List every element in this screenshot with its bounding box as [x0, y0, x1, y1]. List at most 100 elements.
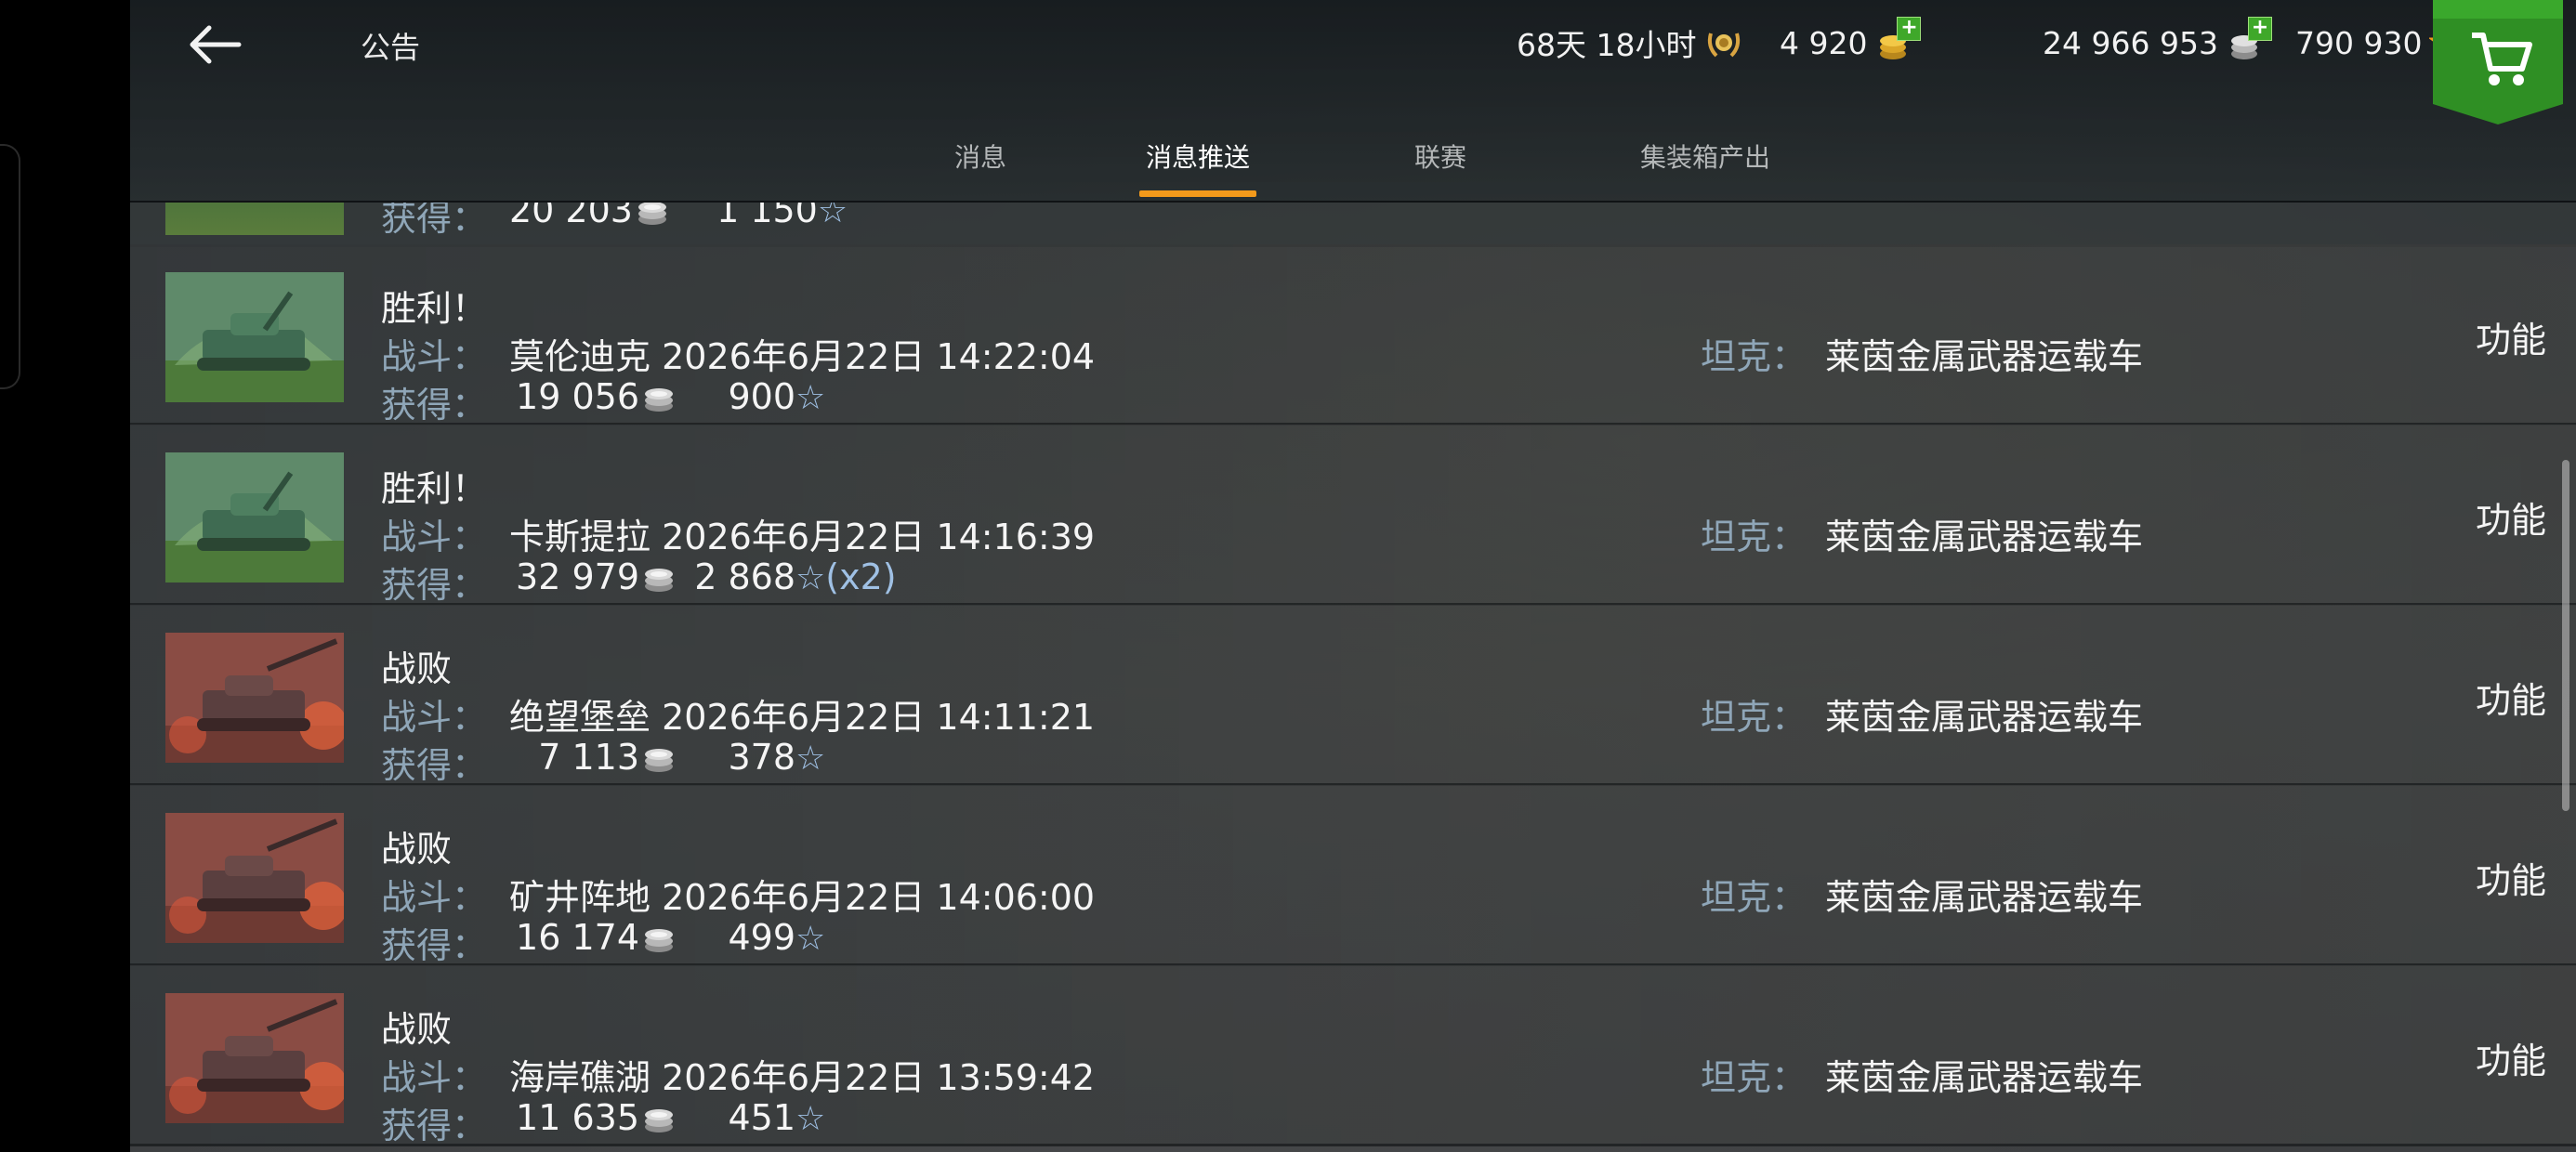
battle-info: 矿井阵地 2026年6月22日 14:06:00: [509, 869, 1095, 920]
top-bar: 公告 68天 18小时 4 920 + 24 966 953 + 790 930…: [130, 0, 2576, 203]
device-edge: [0, 144, 20, 389]
list-item[interactable]: 胜利！ 战斗： 莫伦迪克 2026年6月22日 14:22:04 获得： 19 056 9…: [130, 244, 2576, 425]
tank-label: 坦克：: [1701, 336, 1807, 377]
map-name: 莫伦迪克: [509, 336, 651, 377]
tank-label: 坦克：: [1701, 697, 1807, 738]
silver-coin-icon: [643, 560, 675, 601]
battle-label: 战斗：: [381, 336, 488, 377]
tank-name: 莱茵金属武器运载车: [1825, 1057, 2144, 1098]
battle-result-title: 战败: [381, 1009, 453, 1050]
function-button[interactable]: 功能: [2476, 1032, 2546, 1083]
tank-name: 莱茵金属武器运载车: [1825, 517, 2144, 557]
silver-coin-icon: [637, 203, 668, 234]
shopping-cart-icon: [2433, 0, 2563, 124]
silver-coin-icon: [643, 921, 675, 962]
defeat-tank-thumbnail: [165, 633, 344, 763]
victory-tank-thumbnail: [165, 272, 344, 402]
arrow-left-icon: [190, 25, 242, 64]
gold-coin-icon: +: [1874, 17, 1922, 63]
tab-label: 集装箱产出: [1639, 142, 1770, 173]
function-button[interactable]: 功能: [2476, 491, 2546, 543]
tank-label: 坦克：: [1701, 517, 1807, 557]
map-name: 卡斯提拉: [509, 517, 651, 557]
map-name: 海岸礁湖: [509, 1057, 651, 1098]
credits-value: 32 979: [516, 556, 639, 597]
tab-push-messages[interactable]: 消息推送: [1139, 137, 1256, 197]
earned-values: 7 113 378☆: [509, 737, 825, 781]
credits-value: 19 056: [516, 376, 639, 417]
silver-coin-icon: [643, 380, 675, 421]
function-button[interactable]: 功能: [2476, 672, 2546, 723]
battle-label: 战斗：: [381, 1057, 488, 1098]
list-item-partial[interactable]: 获得： 20 203 1 150☆: [130, 203, 2576, 247]
premium-account-timer[interactable]: 68天 18小时: [1517, 17, 1744, 69]
list-item[interactable]: 战败战斗： 绝望堡垒 2026年6月22日 14:11:21 获得： 7 113 378…: [130, 605, 2576, 786]
earned-values: 16 174 499☆: [509, 917, 825, 962]
premium-time-value: 68天 18小时: [1517, 27, 1697, 63]
battle-info: 卡斯提拉 2026年6月22日 14:16:39: [509, 508, 1095, 559]
tab-label: 消息推送: [1145, 142, 1250, 173]
earned-label: 获得：: [381, 565, 488, 606]
earned-values: 20 203 1 150☆: [509, 203, 848, 234]
credits-value: 16 174: [516, 917, 639, 958]
earned-label: 获得：: [381, 385, 488, 425]
function-button[interactable]: 功能: [2476, 311, 2546, 362]
earned-label: 获得：: [381, 1106, 488, 1146]
page-title: 公告: [361, 30, 421, 65]
battle-info: 绝望堡垒 2026年6月22日 14:11:21: [509, 688, 1095, 740]
shop-button[interactable]: [2433, 0, 2563, 124]
tank-label: 坦克：: [1701, 877, 1807, 918]
list-item[interactable]: 战败战斗： 海岸礁湖 2026年6月22日 13:59:42 获得： 11 635 45…: [130, 965, 2576, 1146]
function-button[interactable]: 功能: [2476, 852, 2546, 903]
battle-result-title: 胜利！: [381, 288, 488, 329]
silver-coin-icon: [643, 740, 675, 781]
gold-value: 4 920: [1780, 24, 1868, 61]
silver-value: 24 966 953: [2043, 24, 2218, 61]
battle-info: 莫伦迪克 2026年6月22日 14:22:04: [509, 328, 1095, 379]
defeat-tank-thumbnail: [165, 993, 344, 1123]
silver-coin-icon: [643, 1101, 675, 1142]
gold-balance[interactable]: 4 920 +: [1780, 17, 1922, 69]
battle-result-title: 战败: [381, 648, 453, 689]
star-icon: ☆: [795, 920, 826, 958]
battle-label: 战斗：: [381, 517, 488, 557]
xp-value: 499: [728, 917, 795, 958]
map-name: 绝望堡垒: [509, 697, 651, 738]
list-scrollbar[interactable]: [2562, 460, 2569, 811]
battle-datetime: 2026年6月22日 14:22:04: [662, 336, 1096, 377]
battle-result-title: 战败: [381, 829, 453, 870]
defeat-tank-thumbnail: [165, 813, 344, 943]
free-xp-value: 790 930: [2295, 24, 2423, 61]
xp-value: 378: [728, 737, 795, 778]
xp-multiplier: (x2): [825, 556, 897, 597]
tank-name: 莱茵金属武器运载车: [1825, 336, 2144, 377]
list-item[interactable]: 胜利！ 战斗： 卡斯提拉 2026年6月22日 14:16:39 获得： 32 979 2…: [130, 425, 2576, 606]
back-button[interactable]: [181, 17, 256, 72]
star-icon: ☆: [795, 559, 826, 597]
star-icon: ☆: [817, 203, 848, 230]
list-item[interactable]: 战败 战斗： 矿井阵地 2026年6月22日 14:06:00 获得： 16 174 49…: [130, 785, 2576, 966]
credits-value: 7 113: [538, 737, 639, 778]
earned-label: 获得：: [381, 925, 488, 966]
tank-label: 坦克：: [1701, 1057, 1807, 1098]
xp-value: 1 150: [716, 203, 818, 230]
battle-datetime: 2026年6月22日 14:11:21: [662, 697, 1096, 738]
tab-league[interactable]: 联赛: [1403, 137, 1478, 197]
add-silver-button[interactable]: +: [2247, 17, 2272, 41]
battle-result-title: 胜利！: [381, 468, 488, 509]
battle-label: 战斗：: [381, 697, 488, 738]
battle-thumbnail: [165, 203, 344, 235]
premium-laurel-icon: [1703, 22, 1744, 63]
battle-datetime: 2026年6月22日 13:59:42: [662, 1057, 1096, 1098]
message-list[interactable]: 获得： 20 203 1 150☆ 胜利！ 战斗： 莫伦迪克 2026年6月22日 …: [130, 203, 2576, 1152]
tab-messages[interactable]: 消息: [925, 137, 1036, 197]
tank-name: 莱茵金属武器运载车: [1825, 877, 2144, 918]
battle-datetime: 2026年6月22日 14:06:00: [662, 877, 1096, 918]
star-icon: ☆: [795, 379, 826, 417]
earned-label: 获得：: [381, 745, 488, 786]
xp-value: 451: [728, 1097, 795, 1138]
tab-container-rewards[interactable]: 集装箱产出: [1626, 137, 1784, 197]
add-gold-button[interactable]: +: [1897, 17, 1922, 41]
credits-value: 11 635: [516, 1097, 639, 1138]
silver-balance[interactable]: 24 966 953 +: [2043, 17, 2272, 69]
